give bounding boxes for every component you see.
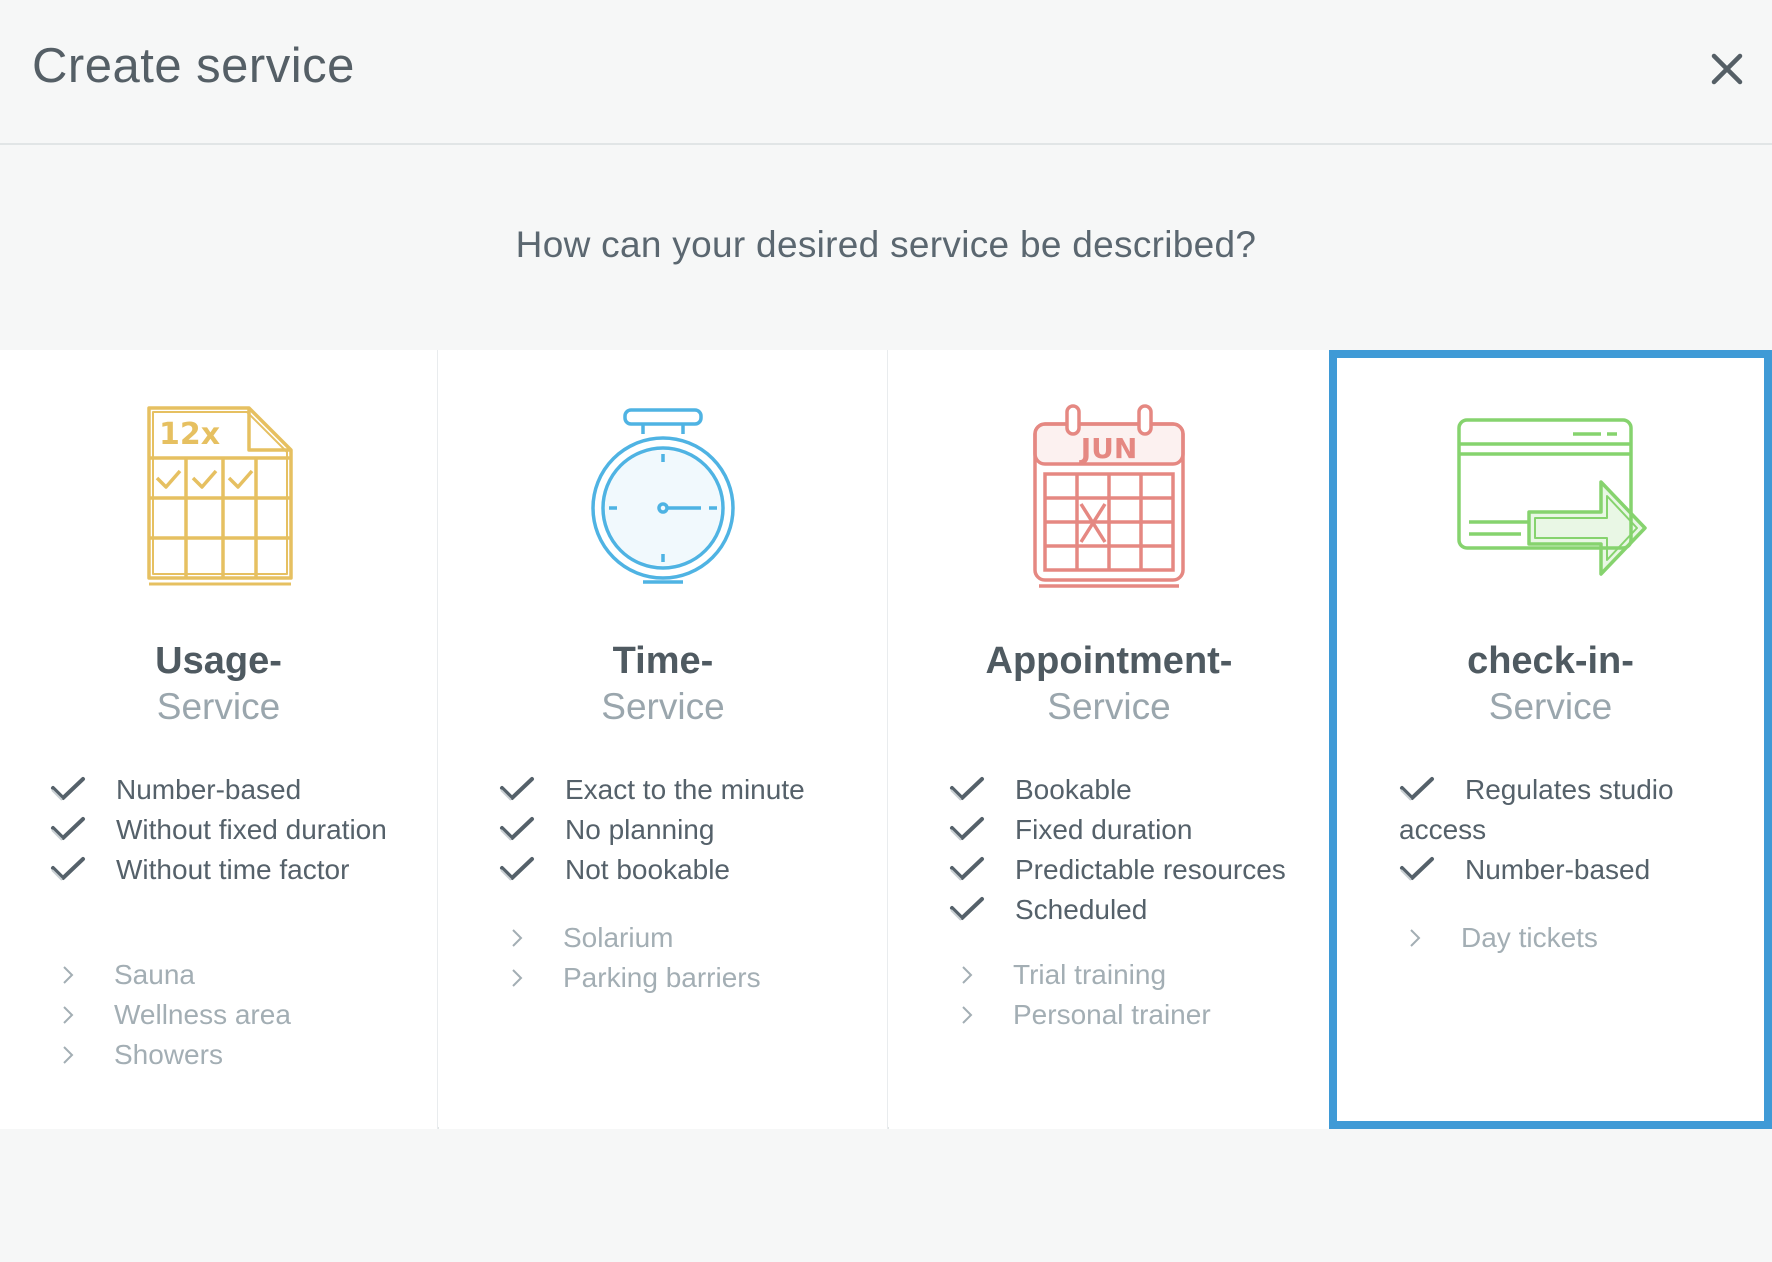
chevron-right-icon [62, 996, 74, 1024]
checkmark-icon [499, 773, 535, 801]
example-item: Trial training [961, 955, 1341, 995]
feature-item: Scheduled [949, 890, 1329, 930]
feature-item: Bookable [949, 770, 1329, 810]
card-subtitle: Service [1047, 686, 1171, 727]
card-title: Usage- [155, 640, 282, 682]
feature-item: Not bookable [499, 850, 879, 890]
check-in-service-card[interactable]: check-in- Service Regulates studio acces… [1329, 350, 1772, 1129]
card-title: check-in- [1467, 640, 1634, 682]
checkmark-icon [499, 853, 535, 881]
feature-item: Exact to the minute [499, 770, 879, 810]
example-item: Showers [62, 1035, 442, 1075]
example-item: Solarium [511, 918, 891, 958]
chevron-right-icon [961, 956, 973, 984]
service-type-options: 12x Usage- Service Number-based Without … [0, 350, 1772, 1129]
punch-card-12x-icon: 12x [146, 406, 293, 586]
example-list: Trial training Personal trainer [961, 955, 1341, 1035]
checkmark-icon [499, 813, 535, 841]
checkmark-icon [50, 853, 86, 881]
chevron-right-icon [511, 959, 523, 987]
card-subtitle: Service [601, 686, 725, 727]
card-title: Appointment- [985, 640, 1233, 682]
feature-list: Bookable Fixed duration Predictable reso… [949, 770, 1329, 930]
svg-text:12x: 12x [159, 417, 220, 452]
modal-title: Create service [32, 39, 355, 93]
checkmark-icon [949, 853, 985, 881]
example-item: Parking barriers [511, 958, 891, 998]
feature-item: Without time factor [50, 850, 430, 890]
chevron-right-icon [62, 1036, 74, 1064]
feature-list: Number-based Without fixed duration With… [50, 770, 430, 890]
question-heading: How can your desired service be describe… [515, 224, 1257, 265]
checkmark-icon [50, 773, 86, 801]
chevron-right-icon [62, 956, 74, 984]
example-item: Wellness area [62, 995, 442, 1035]
stopwatch-icon [591, 408, 735, 584]
time-service-card[interactable]: Time- Service Exact to the minute No pla… [439, 350, 888, 1129]
example-list: Day tickets [1409, 918, 1772, 958]
example-item: Day tickets [1409, 918, 1772, 958]
feature-list: Regulates studio access Number-based [1399, 770, 1729, 890]
feature-item: No planning [499, 810, 879, 850]
feature-item: Number-based [1399, 850, 1729, 890]
usage-service-card[interactable]: 12x Usage- Service Number-based Without … [0, 350, 438, 1129]
svg-text:JUN: JUN [1079, 432, 1138, 465]
calendar-jun-icon: JUN [1033, 404, 1185, 588]
example-list: Sauna Wellness area Showers [62, 955, 442, 1075]
card-subtitle: Service [1488, 686, 1613, 727]
checkmark-icon [949, 773, 985, 801]
feature-item: Predictable resources [949, 850, 1329, 890]
card-title: Time- [612, 640, 714, 682]
checkmark-icon [1399, 773, 1435, 801]
card-subtitle: Service [156, 686, 281, 727]
example-list: Solarium Parking barriers [511, 918, 891, 998]
card-checkin-arrow-icon [1456, 418, 1647, 576]
checkmark-icon [949, 813, 985, 841]
example-item: Sauna [62, 955, 442, 995]
feature-list: Exact to the minute No planning Not book… [499, 770, 879, 890]
close-icon[interactable] [1700, 42, 1754, 96]
checkmark-icon [1399, 853, 1435, 881]
appointment-service-card[interactable]: JUN Appointment- Service Bookable Fixed … [889, 350, 1329, 1129]
checkmark-icon [949, 893, 985, 921]
chevron-right-icon [961, 996, 973, 1024]
example-item: Personal trainer [961, 995, 1341, 1035]
feature-item: Fixed duration [949, 810, 1329, 850]
feature-item: Number-based [50, 770, 430, 810]
feature-item: Regulates studio access [1399, 773, 1674, 845]
modal-header: Create service [0, 0, 1772, 145]
checkmark-icon [50, 813, 86, 841]
chevron-right-icon [511, 919, 523, 947]
chevron-right-icon [1409, 919, 1421, 947]
feature-item: Without fixed duration [50, 810, 430, 850]
